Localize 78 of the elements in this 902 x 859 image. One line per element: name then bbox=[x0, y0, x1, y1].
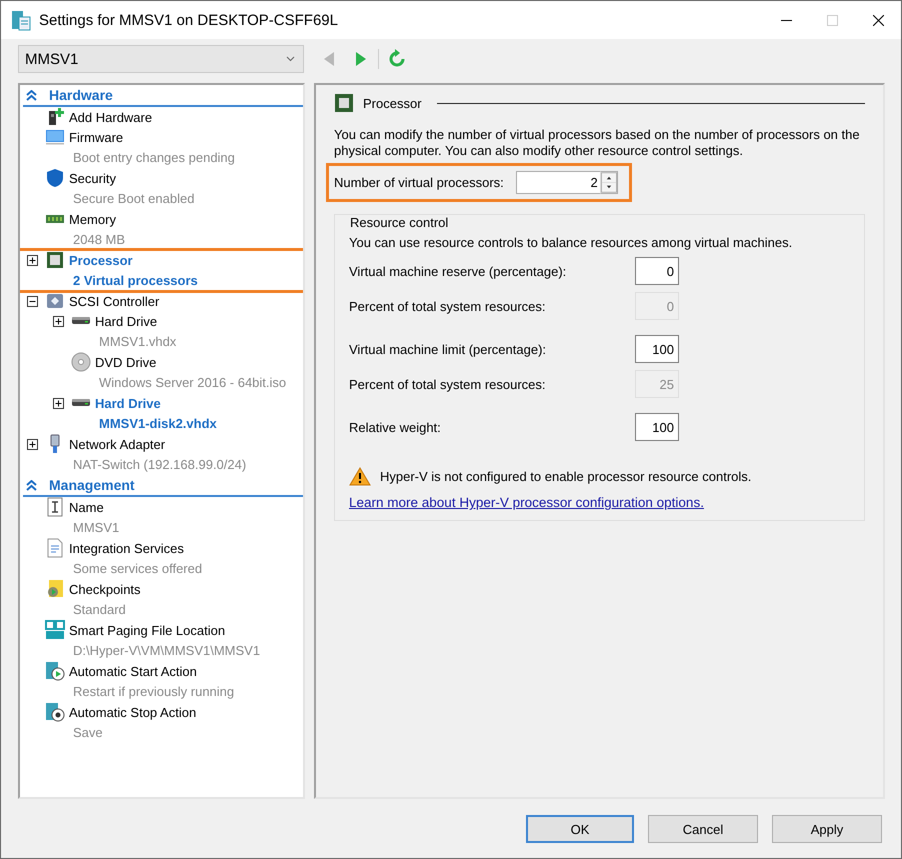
dialog-button[interactable]: OK bbox=[526, 815, 634, 843]
tree-item-detail: Windows Server 2016 - 64bit.iso bbox=[98, 375, 288, 390]
tree-item-detail: D:\Hyper-V\VM\MMSV1\MMSV1 bbox=[72, 643, 262, 658]
dialog-button[interactable]: Cancel bbox=[648, 815, 758, 843]
tree-item-label[interactable]: Hard Drive bbox=[95, 314, 303, 328]
controller-icon bbox=[45, 291, 65, 311]
number-field[interactable]: 100 bbox=[635, 335, 679, 363]
tree-item-detail: 2 Virtual processors bbox=[72, 273, 199, 288]
tree-item-detail: MMSV1-disk2.vhdx bbox=[98, 416, 218, 431]
collapse-chevrons-icon bbox=[26, 480, 37, 490]
tree-item-label[interactable]: Add Hardware bbox=[69, 110, 303, 124]
tree-item-label[interactable]: Hard Drive bbox=[95, 396, 303, 410]
expand-toggle[interactable] bbox=[27, 438, 38, 450]
expand-toggle[interactable] bbox=[53, 316, 64, 326]
group-description: You can use resource controls to balance resources among virtual machines. bbox=[349, 235, 794, 250]
caret-icon bbox=[286, 56, 295, 62]
tree-item-detail: Some services offered bbox=[72, 561, 204, 576]
text-cursor-icon bbox=[45, 497, 65, 517]
help-link[interactable]: Learn more about Hyper-V processor configuration options. bbox=[349, 495, 704, 510]
stop-action-icon bbox=[45, 702, 65, 722]
tree-item-detail: 2048 MB bbox=[72, 232, 126, 247]
chip-icon bbox=[334, 93, 354, 113]
tree-item-label[interactable]: Security bbox=[69, 170, 303, 186]
tree-item-detail: Secure Boot enabled bbox=[72, 191, 196, 206]
expand-toggle[interactable] bbox=[53, 398, 64, 408]
panel-title: Processor bbox=[363, 96, 422, 110]
shield-icon bbox=[45, 168, 65, 188]
tree-item-detail: Standard bbox=[72, 602, 127, 617]
dialog-button[interactable]: Apply bbox=[772, 815, 882, 843]
tree-item-detail: Save bbox=[72, 725, 104, 740]
field-label: Number of virtual processors: bbox=[334, 175, 504, 190]
start-action-icon bbox=[45, 661, 65, 681]
drive-icon bbox=[71, 399, 91, 407]
monitor-icon bbox=[45, 127, 65, 147]
tree-item-label[interactable]: Memory bbox=[69, 212, 303, 226]
drive-icon bbox=[71, 317, 91, 325]
section-header[interactable]: Hardware bbox=[23, 85, 303, 107]
checkpoint-icon bbox=[45, 579, 65, 599]
tree-item-label[interactable]: Firmware bbox=[69, 130, 303, 144]
field-label: Percent of total system resources: bbox=[349, 376, 547, 392]
number-field[interactable]: 0 bbox=[635, 257, 679, 285]
collapse-chevrons-icon bbox=[26, 90, 37, 100]
chip-icon bbox=[45, 250, 65, 270]
field-label: Percent of total system resources: bbox=[349, 298, 547, 314]
paging-icon bbox=[45, 620, 65, 640]
tree-item-label[interactable]: Integration Services bbox=[69, 540, 303, 556]
processor-count-field[interactable]: 2 bbox=[516, 171, 600, 194]
tree-item-label[interactable]: SCSI Controller bbox=[69, 294, 303, 308]
number-field[interactable]: 100 bbox=[635, 413, 679, 441]
tree-item-label[interactable]: Network Adapter bbox=[69, 436, 303, 452]
settings-app-icon bbox=[11, 9, 31, 31]
document-icon bbox=[45, 538, 65, 558]
tree-item-detail: Boot entry changes pending bbox=[72, 150, 236, 165]
close-icon[interactable] bbox=[872, 14, 884, 26]
field-label: Relative weight: bbox=[349, 420, 442, 434]
tree-item-label[interactable]: Checkpoints bbox=[69, 582, 303, 596]
vm-dropdown[interactable]: MMSV1 bbox=[18, 45, 304, 73]
warning-icon bbox=[349, 467, 371, 486]
window-title: Settings for MMSV1 on DESKTOP-CSFF69L bbox=[39, 12, 339, 28]
tree-item-label[interactable]: DVD Drive bbox=[95, 354, 303, 370]
tree-item-label[interactable]: Automatic Start Action bbox=[69, 664, 303, 678]
field-label: Virtual machine limit (percentage): bbox=[349, 342, 548, 356]
collapse-toggle[interactable] bbox=[27, 296, 38, 306]
disc-icon bbox=[71, 352, 91, 372]
section-header[interactable]: Management bbox=[23, 475, 303, 497]
tree-item-detail: Restart if previously running bbox=[72, 684, 236, 699]
tree-item-detail: MMSV1 bbox=[72, 520, 120, 535]
expand-toggle[interactable] bbox=[27, 254, 38, 266]
field-label: Virtual machine reserve (percentage): bbox=[349, 264, 568, 278]
tree-item-label[interactable]: Processor bbox=[69, 252, 303, 268]
spin-buttons[interactable] bbox=[600, 171, 618, 194]
panel-description: You can modify the number of virtual processors based on the number of processors on the physical computer. You can also modify other resource control settings. bbox=[334, 127, 861, 159]
tree-item-label[interactable]: Smart Paging File Location bbox=[69, 622, 303, 638]
tree-item-label[interactable]: Name bbox=[69, 500, 303, 514]
tree-item-detail: MMSV1.vhdx bbox=[98, 334, 178, 349]
warning-message: Hyper-V is not configured to enable processor resource controls. bbox=[380, 469, 752, 484]
tree-item-label[interactable]: Automatic Stop Action bbox=[69, 704, 303, 720]
tree-item-detail: NAT-Switch (192.168.99.0/24) bbox=[72, 457, 248, 472]
